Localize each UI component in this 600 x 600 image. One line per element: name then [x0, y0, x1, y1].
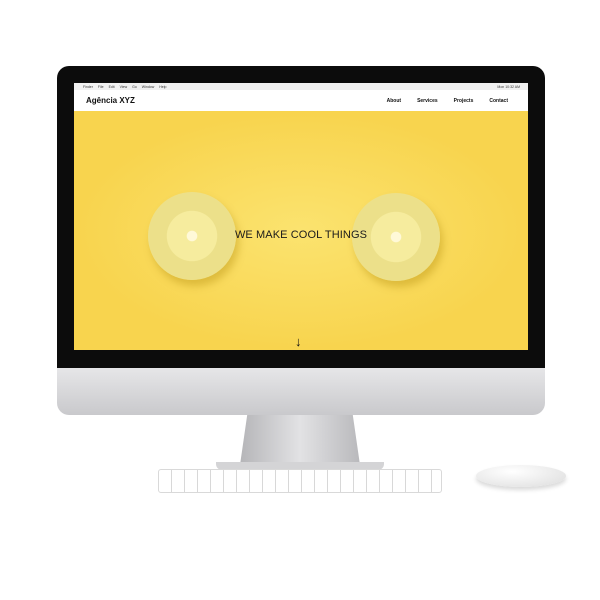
keyboard	[158, 469, 442, 493]
mac-menubar: Finder File Edit View Go Window Help Mon…	[74, 83, 528, 90]
nav-link-contact[interactable]: Contact	[489, 98, 508, 104]
menubar-item-help[interactable]: Help	[159, 85, 166, 89]
nav-link-projects[interactable]: Projects	[454, 98, 474, 104]
site-header: Agência XYZ About Services Projects Cont…	[74, 90, 528, 111]
menubar-item-edit[interactable]: Edit	[109, 85, 115, 89]
hero-section: WE MAKE COOL THINGS ↓	[74, 111, 528, 350]
scroll-down-arrow-icon[interactable]: ↓	[295, 334, 302, 349]
site-nav: About Services Projects Contact	[387, 98, 508, 104]
imac-chin	[57, 368, 545, 415]
menubar-item-file[interactable]: File	[98, 85, 104, 89]
menubar-item-go[interactable]: Go	[132, 85, 137, 89]
screen: Finder File Edit View Go Window Help Mon…	[74, 83, 528, 350]
imac-stand	[240, 415, 360, 465]
menubar-item-finder[interactable]: Finder	[83, 85, 93, 89]
nav-link-about[interactable]: About	[387, 98, 401, 104]
site-brand[interactable]: Agência XYZ	[86, 96, 135, 105]
menubar-item-window[interactable]: Window	[142, 85, 154, 89]
hero-title: WE MAKE COOL THINGS	[234, 229, 368, 241]
menubar-item-view[interactable]: View	[120, 85, 128, 89]
menubar-clock[interactable]: Mon 10:32 AM	[497, 85, 520, 89]
nav-link-services[interactable]: Services	[417, 98, 438, 104]
mouse	[476, 465, 566, 487]
